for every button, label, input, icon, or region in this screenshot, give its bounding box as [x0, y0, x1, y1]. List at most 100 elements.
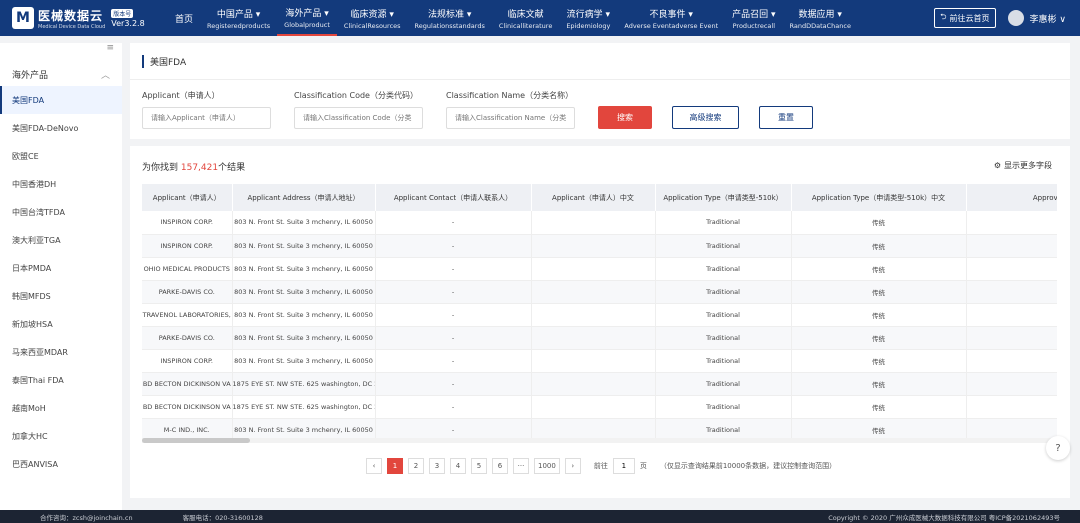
go-cloud-home-button[interactable]: ⮌ 前往云首页 — [934, 8, 996, 28]
sidebar-item[interactable]: 日本PMDA — [0, 254, 122, 282]
user-menu[interactable]: 李惠彬 ∨ — [1030, 12, 1066, 25]
sidebar-item[interactable]: 欧盟CE — [0, 142, 122, 170]
table-row[interactable]: PARKE-DAVIS CO. 803 N. Front St. Suite 3 … — [142, 280, 1057, 304]
sidebar-item[interactable]: 越南MoH — [0, 394, 122, 422]
sidebar-item[interactable]: 韩国MFDS — [0, 282, 122, 310]
reset-button[interactable]: 重置 — [759, 106, 813, 129]
table-cell: Traditional — [655, 395, 792, 419]
sidebar-item[interactable]: 美国FDA-DeNovo — [0, 114, 122, 142]
sidebar-item[interactable]: 巴西ANVISA — [0, 450, 122, 478]
column-header[interactable]: Approval Order Statement — [966, 184, 1057, 211]
table-cell: 传统 — [791, 211, 967, 235]
sidebar-item[interactable]: 中国香港DH — [0, 170, 122, 198]
nav-item-8[interactable]: 产品召回 ▾ Productrecall — [725, 0, 782, 36]
applicant-input[interactable] — [142, 107, 271, 129]
results-table: Applicant（申请人） Applicant Address（申请人地址） Ap… — [142, 184, 1057, 442]
column-header[interactable]: Application Type（申请类型-510k） — [655, 184, 792, 211]
table-cell: 803 N. Front St. Suite 3 mchenry, IL 600… — [232, 234, 376, 258]
table-cell: 803 N. Front St. Suite 3 mchenry, IL 600… — [232, 211, 376, 235]
column-header[interactable]: Applicant（申请人） — [142, 184, 233, 211]
sidebar-item[interactable]: 美国FDA — [0, 86, 122, 114]
nav-item-2[interactable]: 海外产品 ▾ Globalproduct — [277, 0, 337, 36]
nav-item-0[interactable]: 首页 — [168, 0, 200, 36]
nav-item-5[interactable]: 临床文献 Clinicalliterature — [492, 0, 559, 36]
classification-code-input[interactable] — [294, 107, 423, 129]
sidebar-item[interactable]: 马来西亚MDAR — [0, 338, 122, 366]
table-cell — [966, 234, 1057, 258]
table-cell: 1875 EYE ST. NW STE. 625 washington, DC … — [232, 372, 376, 396]
classification-code-label: Classification Code（分类代码） — [294, 91, 418, 100]
sidebar-item[interactable]: 新加坡HSA — [0, 310, 122, 338]
nav-item-7[interactable]: 不良事件 ▾ Adverse Eventadverse Event — [617, 0, 725, 36]
sidebar-item[interactable]: 澳大利亚TGA — [0, 226, 122, 254]
page-button[interactable]: 5 — [471, 458, 487, 474]
next-page-button[interactable]: › — [564, 458, 581, 474]
show-more-fields-button[interactable]: ⚙ 显示更多字段 — [994, 160, 1052, 171]
sidebar: ≡ 海外产品 ︿ 美国FDA 美国FDA-DeNovo 欧盟CE 中国香港DH 中国台湾… — [0, 43, 122, 513]
main-nav: 首页 中国产品 ▾ Registeredproducts 海外产品 ▾ Globalpr… — [168, 0, 858, 36]
page-button[interactable]: 1000 — [534, 458, 560, 474]
table-cell: 传统 — [791, 349, 967, 373]
divider — [130, 79, 1070, 80]
table-cell: 803 N. Front St. Suite 3 mchenry, IL 600… — [232, 326, 376, 350]
sidebar-item[interactable]: 中国台湾TFDA — [0, 198, 122, 226]
table-cell: 传统 — [791, 395, 967, 419]
page-button[interactable]: 4 — [450, 458, 466, 474]
classification-name-input[interactable] — [446, 107, 575, 129]
table-cell: - — [375, 303, 532, 327]
nav-item-1[interactable]: 中国产品 ▾ Registeredproducts — [200, 0, 277, 36]
avatar[interactable] — [1007, 10, 1024, 26]
table-cell: BD BECTON DICKINSON VA — [142, 395, 233, 419]
table-row[interactable]: PARKE-DAVIS CO. 803 N. Front St. Suite 3 … — [142, 326, 1057, 350]
table-row[interactable]: INSPIRON CORP. 803 N. Front St. Suite 3 m… — [142, 211, 1057, 235]
classification-name-label: Classification Name（分类名称） — [446, 91, 574, 100]
column-header[interactable]: Application Type（申请类型-510k）中文 — [791, 184, 967, 211]
table-cell: - — [375, 234, 532, 258]
column-header[interactable]: Applicant（申请人）中文 — [531, 184, 656, 211]
goto-page-input[interactable] — [612, 458, 635, 474]
footer-phone: 客服电话：020-31600128 — [182, 513, 263, 522]
table-row[interactable]: INSPIRON CORP. 803 N. Front St. Suite 3 m… — [142, 349, 1057, 373]
table-row[interactable]: INSPIRON CORP. 803 N. Front St. Suite 3 m… — [142, 234, 1057, 258]
table-cell — [531, 234, 656, 258]
table-row[interactable]: BD BECTON DICKINSON VA 1875 EYE ST. NW ST… — [142, 372, 1057, 396]
nav-item-4[interactable]: 法规标准 ▾ Regulationsstandards — [408, 0, 492, 36]
nav-item-3[interactable]: 临床资源 ▾ ClinicalResources — [337, 0, 408, 36]
scrollbar-thumb[interactable] — [142, 438, 250, 443]
brand-subtitle: Medical Device Data Cloud — [38, 23, 106, 30]
column-header[interactable]: Applicant Address（申请人地址） — [232, 184, 376, 211]
help-icon[interactable]: ? — [1046, 436, 1070, 460]
nav-item-9[interactable]: 数据应用 ▾ RandDDataChance — [783, 0, 858, 36]
result-summary: 为你找到 157,421个结果 — [142, 163, 246, 173]
goto-suffix: 页 — [639, 462, 647, 470]
footer-copyright: Copyright © 2020 广州众成医械大数据科技有限公司 粤ICP备20… — [828, 513, 1060, 522]
table-row[interactable]: BD BECTON DICKINSON VA 1875 EYE ST. NW ST… — [142, 395, 1057, 419]
prev-page-button[interactable]: ‹ — [366, 458, 382, 474]
nav-item-6[interactable]: 流行病学 ▾ Epidemiology — [559, 0, 617, 36]
page-button[interactable]: 6 — [492, 458, 508, 474]
table-cell — [966, 303, 1057, 327]
table-cell: INSPIRON CORP. — [142, 234, 233, 258]
page-button[interactable]: ··· — [513, 458, 529, 474]
sidebar-item[interactable]: 加拿大HC — [0, 422, 122, 450]
search-button[interactable]: 搜索 — [598, 106, 652, 129]
table-cell: Traditional — [655, 303, 792, 327]
page-button[interactable]: 3 — [429, 458, 445, 474]
sidebar-item[interactable]: 泰国Thai FDA — [0, 366, 122, 394]
table-cell — [531, 349, 656, 373]
table-row[interactable]: TRAVENOL LABORATORIES, 803 N. Front St. S… — [142, 303, 1057, 327]
advanced-search-button[interactable]: 高级搜索 — [672, 106, 739, 129]
table-cell: 传统 — [791, 372, 967, 396]
table-cell: Traditional — [655, 211, 792, 235]
filter-panel: 美国FDA Applicant（申请人） Classification Code… — [130, 43, 1070, 139]
page-button[interactable]: 2 — [408, 458, 424, 474]
table-cell — [966, 395, 1057, 419]
column-header[interactable]: Applicant Contact（申请人联系人） — [375, 184, 532, 211]
brand-logo[interactable]: M 医械数据云 Medical Device Data Cloud 版本号 Ve… — [0, 7, 168, 30]
horizontal-scrollbar[interactable] — [142, 438, 1057, 443]
menu-collapse-icon[interactable]: ≡ — [0, 43, 122, 56]
page-button[interactable]: 1 — [387, 458, 403, 474]
table-cell: 传统 — [791, 280, 967, 304]
sidebar-group-overseas[interactable]: 海外产品 ︿ — [0, 62, 122, 86]
table-row[interactable]: OHIO MEDICAL PRODUCTS 803 N. Front St. Su… — [142, 257, 1057, 281]
